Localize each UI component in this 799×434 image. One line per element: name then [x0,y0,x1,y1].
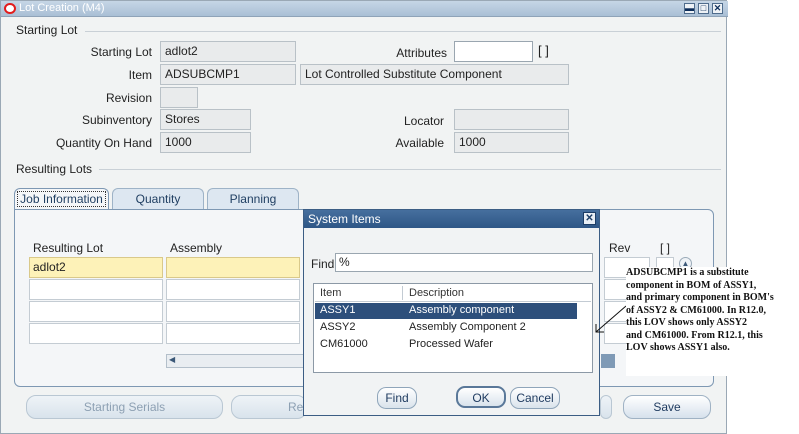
assembly-column-header: Assembly [170,241,223,255]
resulting-lot-column-header: Resulting Lot [33,241,104,255]
quantity-on-hand-label: Quantity On Hand [55,136,152,150]
resulting-lot-cell[interactable]: adlot2 [29,257,163,278]
starting-lot-label: Starting Lot [90,45,152,59]
maximize-icon[interactable]: □ [698,3,709,14]
window-title-bar[interactable]: Lot Creation (M4) ▬ □ ✕ [1,1,728,17]
section-divider [99,169,721,170]
item-column-header: Item [320,287,342,299]
resulting-lot-cell[interactable] [29,279,163,300]
callout-line: ADSUBCMP1 is a substitute [626,267,749,278]
callout-arrow-icon [595,305,627,333]
find-label: Find [311,257,335,271]
attributes-flex-field[interactable]: [ ] [538,43,549,58]
assembly-cell[interactable] [166,323,300,344]
starting-lot-section-title: Starting Lot [16,23,78,37]
column-divider [402,286,403,300]
find-button[interactable]: Find [377,387,417,409]
scrollbar-thumb[interactable] [601,354,615,368]
assembly-cell[interactable] [166,257,300,278]
item-cell: ASSY1 [320,304,356,316]
attributes-label: Attributes [396,46,447,60]
ok-button[interactable]: OK [456,386,506,408]
resulting-lot-cell[interactable] [29,301,163,322]
find-input[interactable]: % [335,253,593,272]
item-field[interactable]: ADSUBCMP1 [160,64,296,85]
callout-line: this LOV shows only ASSY2 [626,317,747,328]
item-cell: CM61000 [320,338,368,350]
list-item[interactable]: CM61000 Processed Wafer [315,337,577,353]
list-item[interactable]: ASSY1 Assembly component [315,303,577,319]
locator-label: Locator [403,114,444,128]
flex-column-header: [ ] [660,241,671,255]
hidden-button-edge[interactable] [600,395,612,419]
subinventory-label: Subinventory [81,113,152,127]
subinventory-field[interactable]: Stores [160,109,251,130]
close-icon[interactable]: ✕ [712,3,723,14]
description-cell: Assembly Component 2 [409,321,526,333]
description-column-header: Description [409,287,465,299]
dialog-title-bar[interactable]: System Items ✕ [304,210,599,228]
callout-line: and CM61000. From R12.1, this [626,329,763,341]
revision-field[interactable] [160,87,198,108]
cancel-button[interactable]: Cancel [510,387,560,409]
item-description-field[interactable]: Lot Controlled Substitute Component [300,64,569,85]
horizontal-scrollbar[interactable]: ◀ [166,354,304,368]
window-title: Lot Creation (M4) [19,2,105,14]
available-field[interactable]: 1000 [454,132,569,153]
list-header-divider [315,301,591,302]
oracle-logo-icon [4,3,16,14]
list-item[interactable]: ASSY2 Assembly Component 2 [315,320,577,336]
rev-column-header: Rev [609,241,631,255]
starting-lot-field[interactable]: adlot2 [160,41,296,62]
dialog-title: System Items [308,212,381,226]
scroll-left-icon[interactable]: ◀ [169,355,175,364]
tab-quantity[interactable]: Quantity [112,188,204,210]
annotation-callout: ADSUBCMP1 is a substitute component in B… [626,267,798,376]
available-label: Available [395,136,444,150]
close-icon[interactable]: ✕ [583,212,596,225]
assembly-cell[interactable] [166,301,300,322]
attributes-field[interactable] [454,41,533,62]
save-button[interactable]: Save [623,395,711,419]
tab-job-information[interactable]: Job Information [14,188,109,210]
items-list: Item Description ASSY1 Assembly componen… [313,283,593,373]
resulting-serials-button[interactable]: Res [231,395,309,419]
item-cell: ASSY2 [320,321,356,333]
description-cell: Processed Wafer [409,338,493,350]
callout-line: LOV shows ASSY1 also. [626,342,730,353]
item-label: Item [128,68,152,82]
tab-planning[interactable]: Planning [207,188,299,210]
description-cell: Assembly component [409,304,515,316]
resulting-lot-cell[interactable] [29,323,163,344]
starting-serials-button[interactable]: Starting Serials [26,395,223,419]
assembly-cell[interactable] [166,279,300,300]
callout-line: component in BOM of ASSY1, [626,279,757,291]
callout-line: of ASSY2 & CM61000. In R12.0, [626,304,767,316]
section-divider [85,31,721,32]
minimize-icon[interactable]: ▬ [684,3,695,14]
revision-label: Revision [105,91,152,105]
quantity-on-hand-field[interactable]: 1000 [160,132,251,153]
callout-line: and primary component in BOM's [626,292,774,303]
system-items-dialog: System Items ✕ Find % Item Description A… [303,209,600,416]
locator-field[interactable] [454,109,569,130]
resulting-lots-section-title: Resulting Lots [16,162,93,176]
